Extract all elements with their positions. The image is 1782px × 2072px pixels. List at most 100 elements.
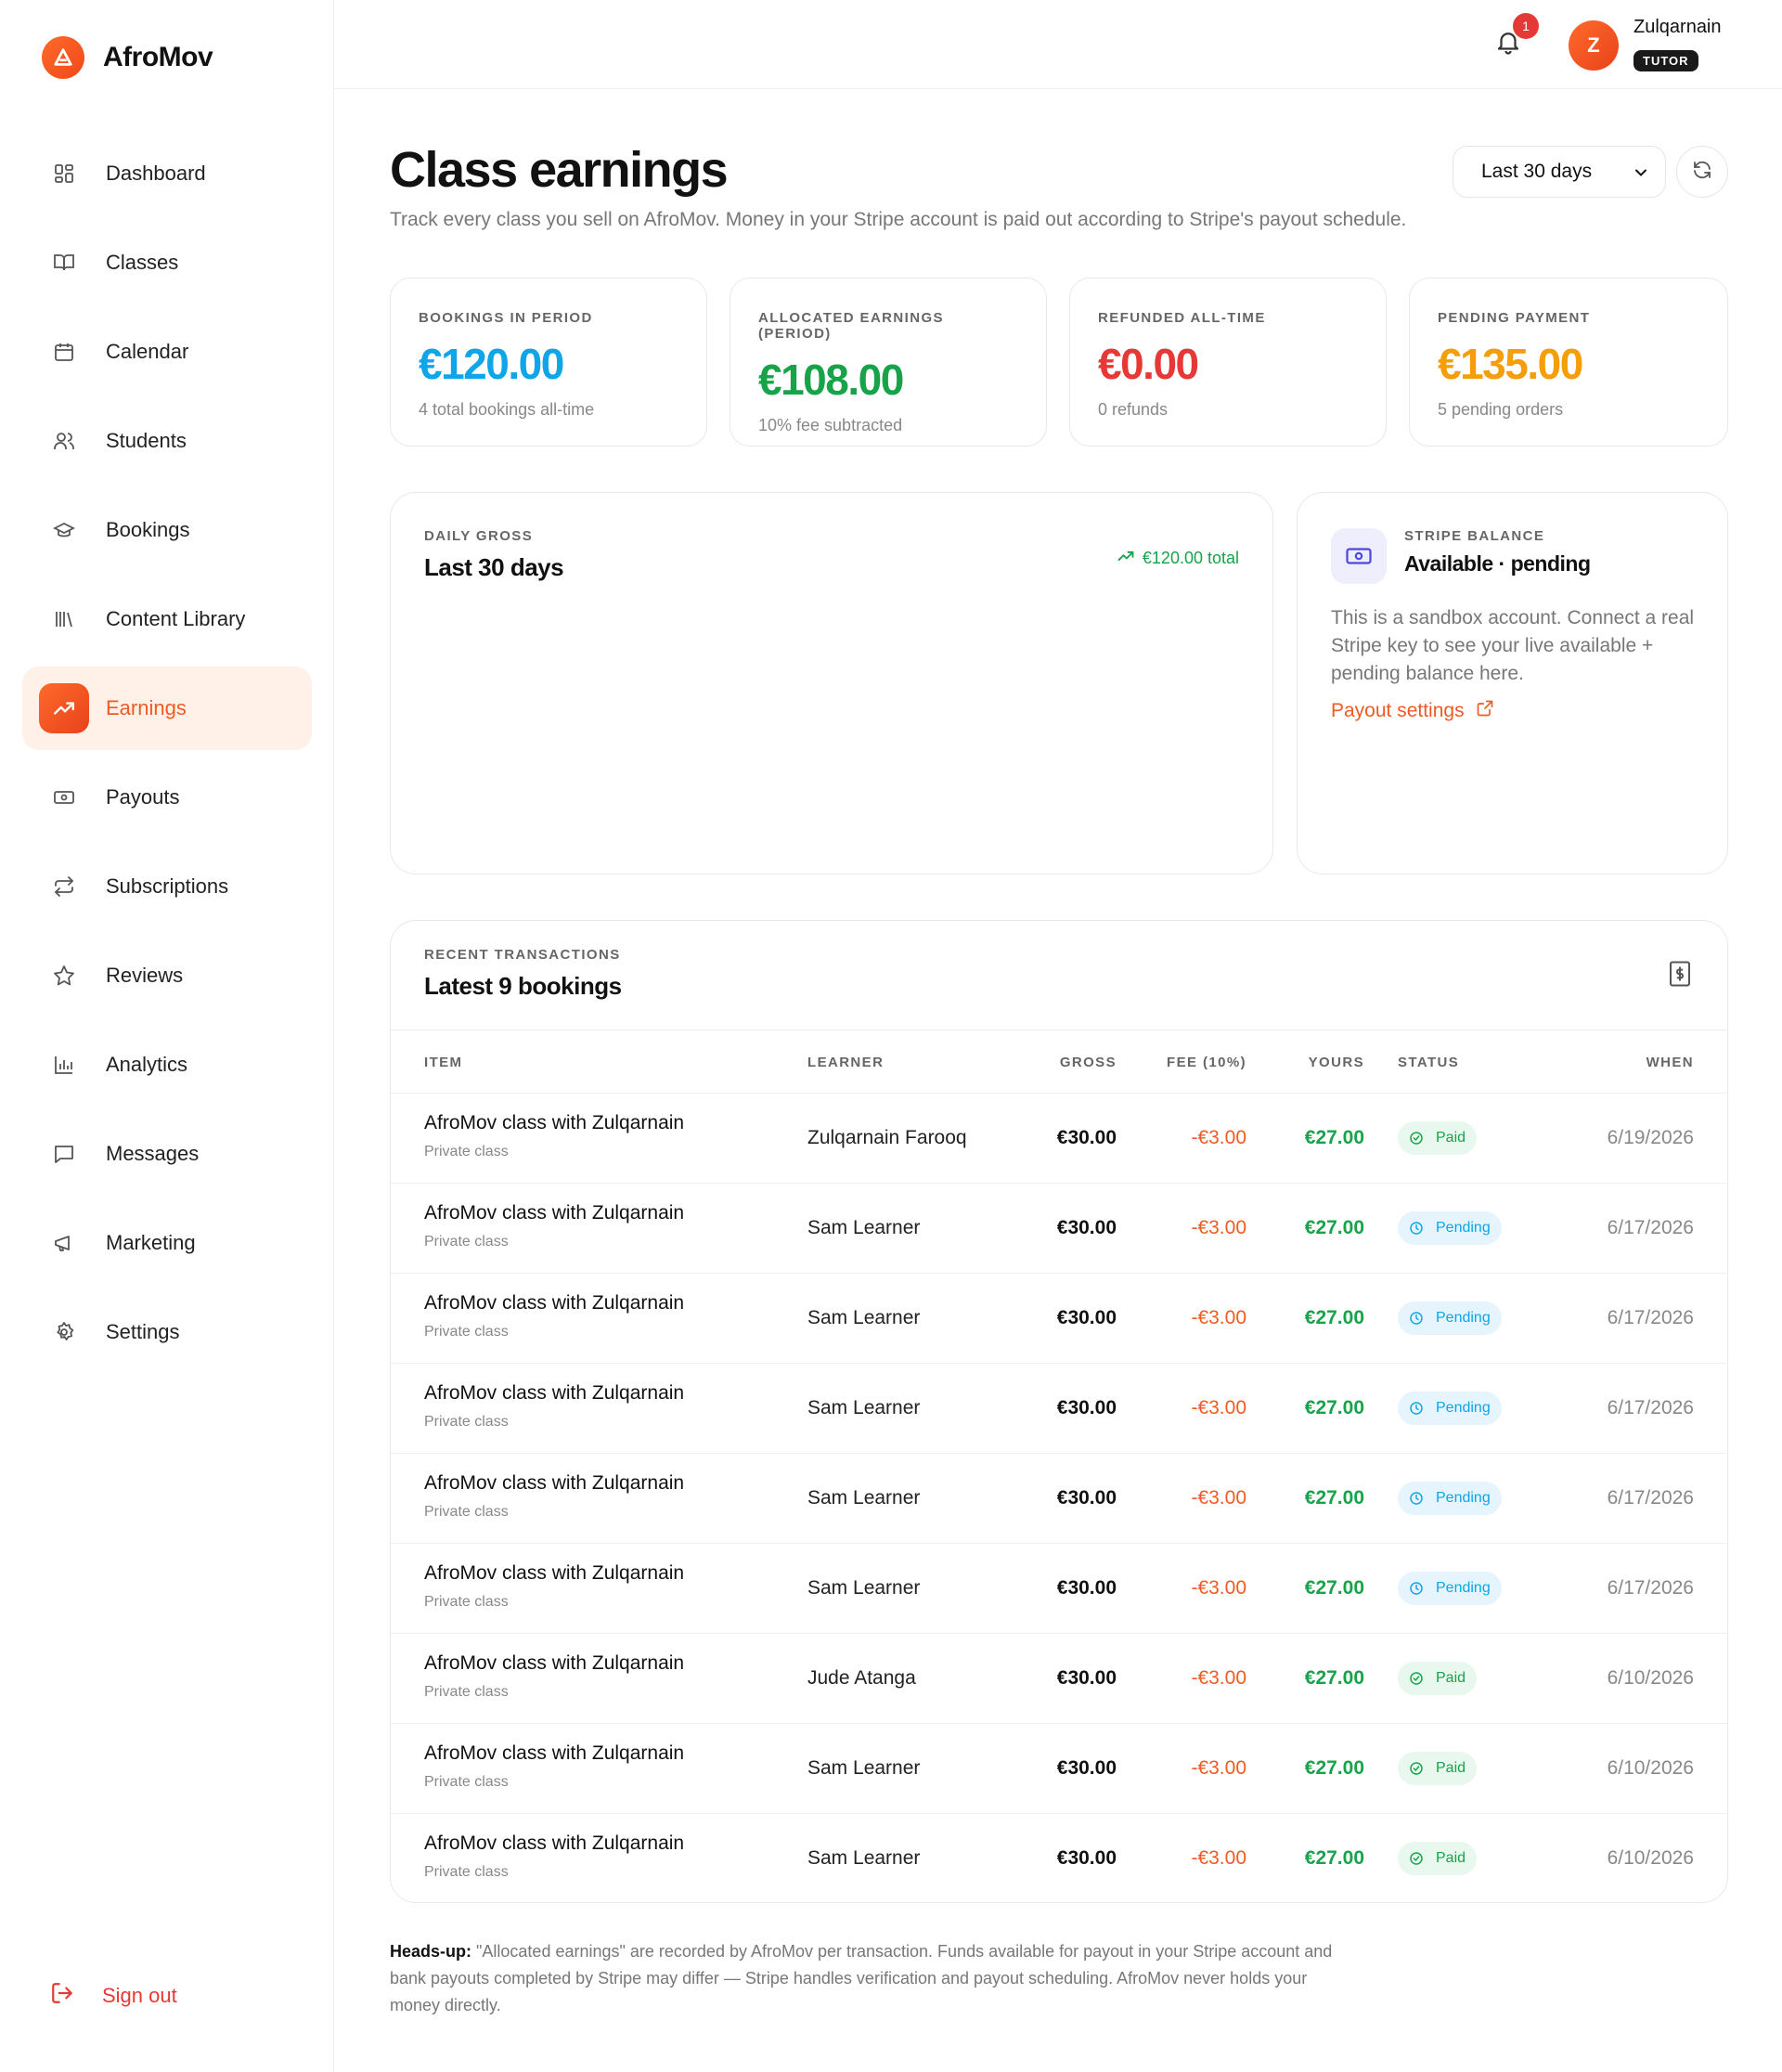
column-header-fee: FEE (10%) — [1167, 1055, 1246, 1070]
column-header-gross: GROSS — [1059, 1055, 1117, 1070]
status-label: Pending — [1436, 1490, 1491, 1506]
sidebar-item-earnings[interactable]: Earnings — [22, 667, 312, 750]
sidebar-item-marketing[interactable]: Marketing — [22, 1201, 312, 1285]
external-link-icon — [1476, 699, 1494, 723]
learner-name: Sam Learner — [807, 1487, 921, 1509]
sidebar-item-subscriptions[interactable]: Subscriptions — [22, 845, 312, 928]
fee-amount: -€3.00 — [1191, 1127, 1246, 1148]
sidebar-item-analytics[interactable]: Analytics — [22, 1023, 312, 1107]
item-subtitle: Private class — [424, 1324, 509, 1340]
sidebar-item-payouts[interactable]: Payouts — [22, 756, 312, 839]
net-amount: €27.00 — [1304, 1577, 1364, 1599]
transactions-header: RECENT TRANSACTIONS Latest 9 bookings — [391, 921, 1727, 1030]
sidebar-item-students[interactable]: Students — [22, 399, 312, 483]
table-row[interactable]: AfroMov class with Zulqarnain Private cla… — [391, 1544, 1727, 1634]
stat-note: 5 pending orders — [1438, 400, 1564, 419]
date-range-value: Last 30 days — [1481, 161, 1593, 182]
transaction-date: 6/10/2026 — [1607, 1757, 1694, 1779]
status-badge: Paid — [1398, 1662, 1478, 1695]
sign-out-label: Sign out — [102, 1983, 177, 2007]
learner-name: Sam Learner — [807, 1307, 921, 1328]
sidebar-item-content-library[interactable]: Content Library — [22, 577, 312, 661]
sidebar-item-settings[interactable]: Settings — [22, 1290, 312, 1374]
fee-amount: -€3.00 — [1191, 1397, 1246, 1418]
user-role-badge: TUTOR — [1634, 50, 1698, 71]
gross-amount: €30.00 — [1056, 1487, 1117, 1509]
sign-out-button[interactable]: Sign out — [50, 1981, 177, 2010]
net-amount: €27.00 — [1304, 1217, 1364, 1238]
sidebar-item-dashboard[interactable]: Dashboard — [22, 132, 312, 215]
fee-amount: -€3.00 — [1191, 1847, 1246, 1869]
status-label: Paid — [1436, 1760, 1466, 1776]
table-row[interactable]: AfroMov class with Zulqarnain Private cla… — [391, 1634, 1727, 1724]
table-row[interactable]: AfroMov class with Zulqarnain Private cla… — [391, 1274, 1727, 1364]
sidebar-item-label: Classes — [106, 251, 179, 274]
sidebar-item-classes[interactable]: Classes — [22, 221, 312, 304]
sidebar-item-label: Content Library — [106, 607, 246, 630]
avatar[interactable]: Z — [1569, 20, 1619, 71]
logout-icon — [50, 1981, 74, 2010]
table-header: ITEM LEARNER GROSS FEE (10%) YOURS STATU… — [391, 1030, 1727, 1094]
transaction-date: 6/17/2026 — [1607, 1487, 1694, 1509]
table-row[interactable]: AfroMov class with Zulqarnain Private cla… — [391, 1814, 1727, 1902]
stripe-balance-kicker: STRIPE BALANCE — [1404, 528, 1545, 544]
status-badge: Pending — [1398, 1572, 1502, 1605]
learner-name: Sam Learner — [807, 1397, 921, 1418]
date-range-select[interactable]: Last 30 days — [1453, 146, 1666, 198]
repeat-icon — [50, 873, 78, 900]
footnote: Heads-up: "Allocated earnings" are recor… — [390, 1938, 1336, 2019]
check-circle-icon — [1409, 1671, 1430, 1686]
page-subtitle: Track every class you sell on AfroMov. M… — [390, 209, 1407, 230]
table-row[interactable]: AfroMov class with Zulqarnain Private cla… — [391, 1094, 1727, 1184]
daily-gross-card: DAILY GROSS Last 30 days €120.00 total — [390, 492, 1273, 874]
table-row[interactable]: AfroMov class with Zulqarnain Private cla… — [391, 1454, 1727, 1544]
sidebar-item-label: Payouts — [106, 785, 180, 809]
column-header-item: ITEM — [424, 1055, 463, 1070]
sidebar-item-bookings[interactable]: Bookings — [22, 488, 312, 572]
sidebar-item-reviews[interactable]: Reviews — [22, 934, 312, 1017]
learner-name: Zulqarnain Farooq — [807, 1127, 967, 1148]
refresh-button[interactable] — [1676, 146, 1728, 198]
fee-amount: -€3.00 — [1191, 1757, 1246, 1779]
transaction-date: 6/17/2026 — [1607, 1307, 1694, 1328]
table-row[interactable]: AfroMov class with Zulqarnain Private cla… — [391, 1724, 1727, 1814]
graduation-cap-icon — [50, 516, 78, 544]
item-title: AfroMov class with Zulqarnain — [424, 1832, 685, 1854]
trending-up-icon — [1117, 547, 1135, 570]
table-row[interactable]: AfroMov class with Zulqarnain Private cla… — [391, 1364, 1727, 1454]
sidebar-item-label: Bookings — [106, 518, 190, 541]
stat-label: PENDING PAYMENT — [1438, 310, 1591, 326]
recent-transactions-card: RECENT TRANSACTIONS Latest 9 bookings IT… — [390, 920, 1728, 1903]
megaphone-icon — [50, 1229, 78, 1257]
banknote-icon — [1331, 528, 1387, 584]
sidebar-item-messages[interactable]: Messages — [22, 1112, 312, 1196]
item-subtitle: Private class — [424, 1414, 509, 1430]
item-subtitle: Private class — [424, 1594, 509, 1610]
stripe-balance-title: Available · pending — [1404, 551, 1591, 576]
item-title: AfroMov class with Zulqarnain — [424, 1202, 685, 1224]
sidebar-item-calendar[interactable]: Calendar — [22, 310, 312, 394]
clock-icon — [1409, 1311, 1430, 1326]
sidebar-item-label: Settings — [106, 1320, 180, 1343]
table-row[interactable]: AfroMov class with Zulqarnain Private cla… — [391, 1184, 1727, 1274]
payout-settings-link[interactable]: Payout settings — [1331, 699, 1494, 723]
gear-icon — [50, 1318, 78, 1346]
net-amount: €27.00 — [1304, 1847, 1364, 1869]
sidebar-item-label: Students — [106, 429, 187, 452]
user-name[interactable]: Zulqarnain — [1634, 17, 1722, 38]
sidebar-item-label: Calendar — [106, 340, 189, 363]
brand[interactable]: AfroMov — [42, 36, 213, 79]
sidebar: AfroMov Dashboard Classes Calendar Stude… — [0, 0, 334, 2072]
gross-amount: €30.00 — [1056, 1757, 1117, 1779]
receipt-icon[interactable] — [1666, 960, 1694, 992]
daily-gross-total-value: €120.00 total — [1142, 549, 1239, 567]
brand-name: AfroMov — [103, 42, 213, 72]
item-title: AfroMov class with Zulqarnain — [424, 1382, 685, 1404]
item-title: AfroMov class with Zulqarnain — [424, 1112, 685, 1133]
gross-amount: €30.00 — [1056, 1127, 1117, 1148]
item-title: AfroMov class with Zulqarnain — [424, 1562, 685, 1584]
clock-icon — [1409, 1401, 1430, 1416]
fee-amount: -€3.00 — [1191, 1307, 1246, 1328]
status-label: Paid — [1436, 1850, 1466, 1866]
gross-amount: €30.00 — [1056, 1397, 1117, 1418]
